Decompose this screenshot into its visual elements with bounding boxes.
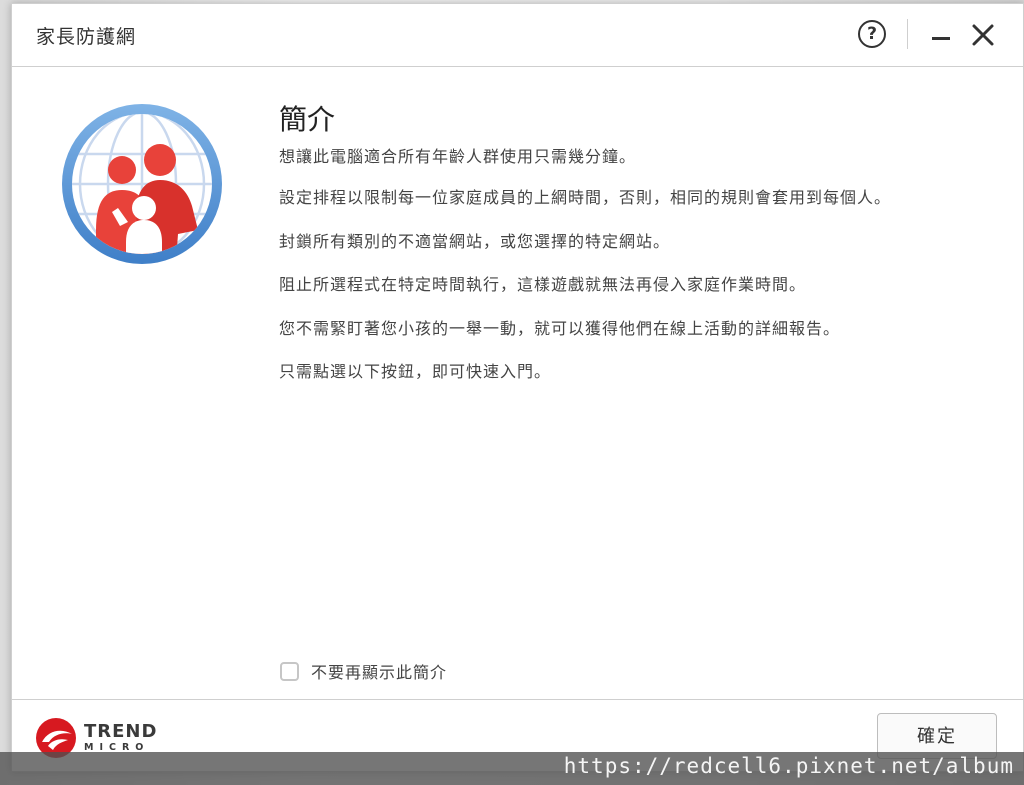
feature-item-reports: 您不需緊盯著您小孩的一舉一動，就可以獲得他們在線上活動的詳細報告。 (279, 318, 841, 338)
watermark-text: https://redcell6.pixnet.net/album (563, 754, 1014, 778)
parental-controls-window: 家長防護網 ? 簡介 想讓此電腦適合所有年齡人群使用只需幾分鐘。 設定排程以限制… (11, 3, 1024, 772)
close-icon[interactable] (970, 22, 996, 48)
watermark-bar: https://redcell6.pixnet.net/album (0, 752, 1024, 785)
dont-show-again-checkbox[interactable] (280, 661, 299, 681)
dont-show-again-label: 不要再顯示此簡介 (311, 663, 448, 682)
feature-item-block-programs: 阻止所選程式在特定時間執行，這樣遊戲就無法再侵入家庭作業時間。 (279, 275, 807, 294)
feature-list: 設定排程以限制每一位家庭成員的上網時間，否則，相同的規則會套用到每個人。 封鎖所… (279, 186, 891, 404)
feature-item-get-started: 只需點選以下按鈕，即可快速入門。 (279, 362, 552, 381)
window-title: 家長防護網 (36, 26, 137, 48)
title-separator (907, 19, 908, 49)
feature-item-schedule: 設定排程以限制每一位家庭成員的上網時間，否則，相同的規則會套用到每個人。 (279, 188, 892, 207)
minimize-icon[interactable] (930, 24, 954, 48)
brand-name-line1: TREND (84, 721, 158, 743)
feature-item-block-sites: 封鎖所有類別的不適當網站，或您選擇的特定網站。 (279, 231, 671, 251)
page-title: 簡介 (279, 103, 336, 136)
dont-show-again-option[interactable]: 不要再顯示此簡介 (280, 659, 447, 683)
title-bar: 家長防護網 ? (12, 4, 1023, 67)
family-globe-logo (60, 102, 224, 266)
intro-text: 想讓此電腦適合所有年齡人群使用只需幾分鐘。 (279, 147, 637, 166)
help-icon[interactable]: ? (858, 20, 886, 48)
